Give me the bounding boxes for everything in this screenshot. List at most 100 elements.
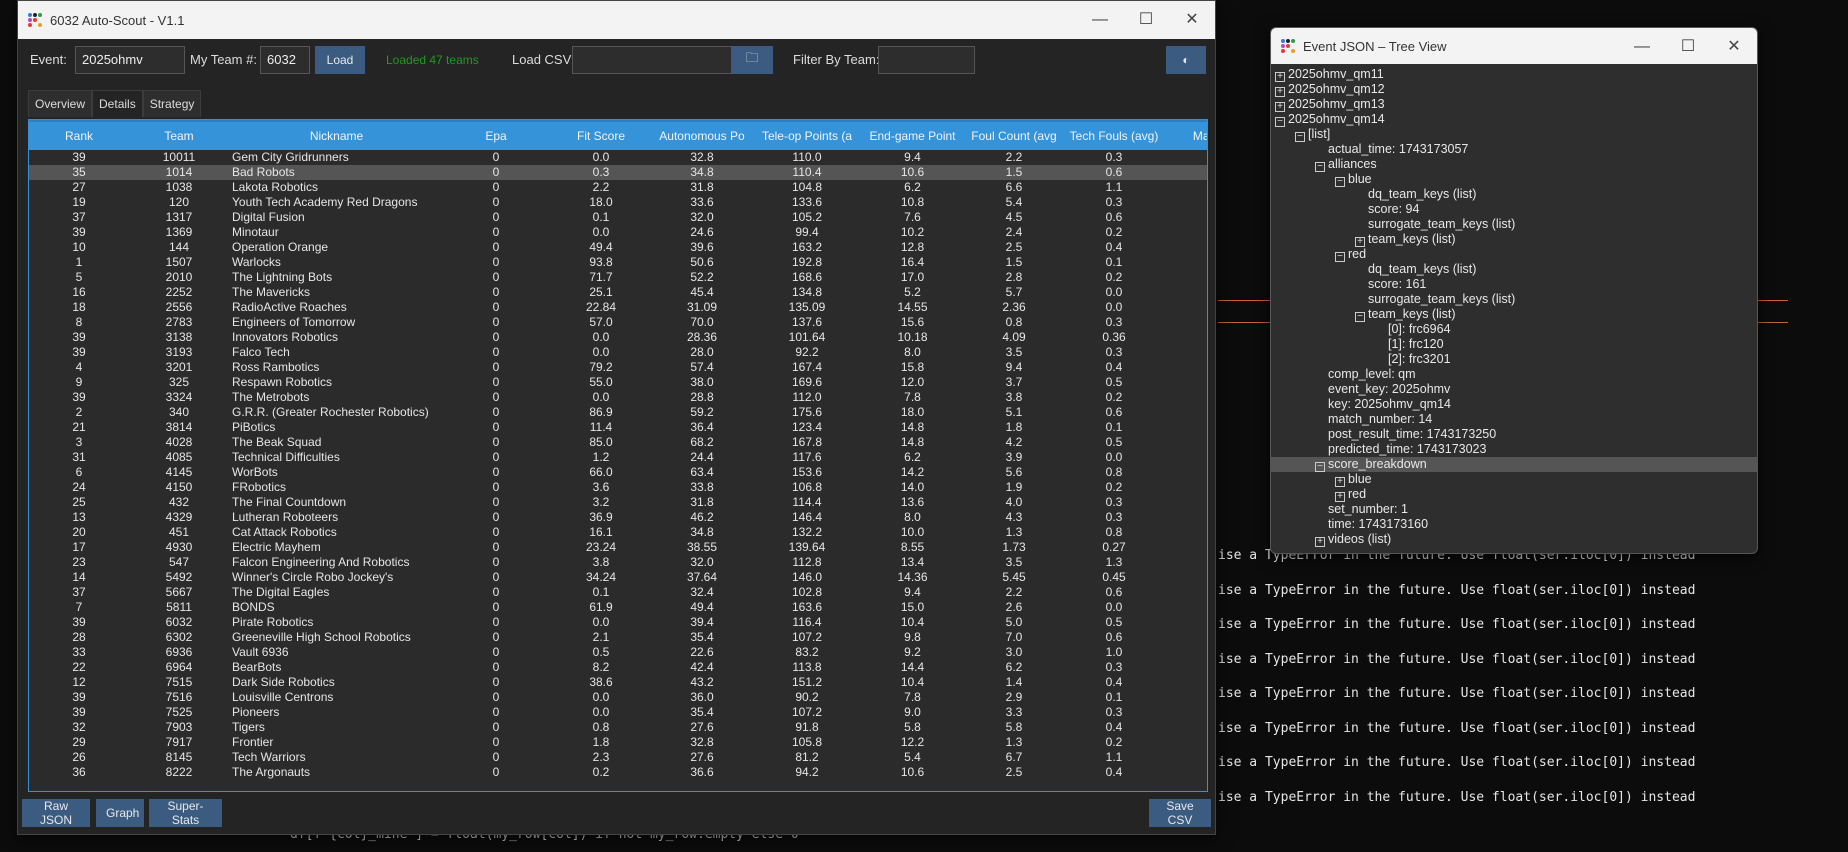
tree-node[interactable]: +2025ohmv_qm13	[1271, 97, 1757, 112]
tree-node[interactable]: + red	[1271, 487, 1757, 502]
tree-node[interactable]: time: 1743173160	[1271, 517, 1757, 532]
table-row[interactable]: 18 2556 RadioActive Roaches 0 22.84 31.09 135.…	[29, 300, 1207, 315]
column-header[interactable]: Foul Count (avg	[964, 121, 1064, 150]
title-bar[interactable]: Event JSON – Tree View — ☐ ✕	[1271, 28, 1757, 64]
tree-node[interactable]: −2025ohmv_qm14	[1271, 112, 1757, 127]
table-row[interactable]: 5 2010 The Lightning Bots 0 71.7 52.2 168.6 17.…	[29, 270, 1207, 285]
tree-node[interactable]: post_result_time: 1743173250	[1271, 427, 1757, 442]
folder-icon[interactable]: 🗀	[731, 46, 773, 74]
tree-node[interactable]: dq_team_keys (list)	[1271, 262, 1757, 277]
table-row[interactable]: 3 4028 The Beak Squad 0 85.0 68.2 167.8 14.8 4.2…	[29, 435, 1207, 450]
tree-node[interactable]: + blue	[1271, 472, 1757, 487]
teams-table[interactable]: Rank Team Nickname Epa Fit Score Autonomous P…	[28, 119, 1208, 792]
column-header[interactable]: Epa	[441, 121, 551, 150]
tree-node[interactable]: + videos (list)	[1271, 532, 1757, 547]
table-row[interactable]: 20 451 Cat Attack Robotics 0 16.1 34.8 132.2 10…	[29, 525, 1207, 540]
tree-node[interactable]: − alliances	[1271, 157, 1757, 172]
table-row[interactable]: 8 2783 Engineers of Tomorrow 0 57.0 70.0 137.6…	[29, 315, 1207, 330]
table-row[interactable]: 14 5492 Winner's Circle Robo Jockey's 0 34.2…	[29, 570, 1207, 585]
column-header[interactable]: Tech Fouls (avg)	[1064, 121, 1164, 150]
table-row[interactable]: 23 547 Falcon Engineering And Robotics 0 3.8…	[29, 555, 1207, 570]
table-row[interactable]: 13 4329 Lutheran Roboteers 0 36.9 46.2 146.4 8.…	[29, 510, 1207, 525]
tree-node[interactable]: dq_team_keys (list)	[1271, 187, 1757, 202]
expand-icon[interactable]: +	[1275, 102, 1285, 112]
tree-node[interactable]: − [list]	[1271, 127, 1757, 142]
collapse-icon[interactable]: −	[1315, 462, 1325, 472]
minimize-button[interactable]: —	[1619, 28, 1665, 66]
graph-button[interactable]: Graph	[96, 799, 144, 827]
tree-node[interactable]: − red	[1271, 247, 1757, 262]
table-row[interactable]: 2 340 G.R.R. (Greater Rochester Robotics) 0…	[29, 405, 1207, 420]
tree-node[interactable]: event_key: 2025ohmv	[1271, 382, 1757, 397]
tab-overview[interactable]: Overview	[28, 90, 93, 117]
table-row[interactable]: 1 1507 Warlocks 0 93.8 50.6 192.8 16.4 1.5 0.1 0.8	[29, 255, 1207, 270]
table-row[interactable]: 33 6936 Vault 6936 0 0.5 22.6 83.2 9.2 3.0 1.0 0.0	[29, 645, 1207, 660]
expand-icon[interactable]: +	[1315, 537, 1325, 547]
tree-node[interactable]: key: 2025ohmv_qm14	[1271, 397, 1757, 412]
tree-node[interactable]: − team_keys (list)	[1271, 307, 1757, 322]
table-row[interactable]: 35 1014 Bad Robots 0 0.3 34.8 110.4 10.6 1.5 0.6 0…	[29, 165, 1207, 180]
table-row[interactable]: 39 3324 The Metrobots 0 0.0 28.8 112.0 7.8 3.8 0.…	[29, 390, 1207, 405]
tree-node[interactable]: + team_keys (list)	[1271, 232, 1757, 247]
table-row[interactable]: 36 8222 The Argonauts 0 0.2 36.6 94.2 10.6 2.5 0.…	[29, 765, 1207, 780]
table-row[interactable]: 19 120 Youth Tech Academy Red Dragons 0 18.0…	[29, 195, 1207, 210]
column-header[interactable]: End-game Point	[861, 121, 964, 150]
maximize-button[interactable]: ☐	[1665, 28, 1711, 66]
table-row[interactable]: 4 3201 Ross Rambotics 0 79.2 57.4 167.4 15.8 9.4…	[29, 360, 1207, 375]
team-number-input[interactable]: 6032	[260, 46, 310, 74]
tree-node[interactable]: surrogate_team_keys (list)	[1271, 217, 1757, 232]
csv-path-input[interactable]	[572, 46, 732, 74]
collapse-icon[interactable]: −	[1275, 117, 1285, 127]
table-row[interactable]: 32 7903 Tigers 0 0.8 27.6 91.8 5.8 5.8 0.4 0.3	[29, 720, 1207, 735]
table-row[interactable]: 28 6302 Greeneville High School Robotics 0 2…	[29, 630, 1207, 645]
table-row[interactable]: 26 8145 Tech Warriors 0 2.3 27.6 81.2 5.4 6.7 1.1…	[29, 750, 1207, 765]
event-input[interactable]: 2025ohmv	[75, 46, 185, 74]
table-row[interactable]: 37 5667 The Digital Eagles 0 0.1 32.4 102.8 9.4…	[29, 585, 1207, 600]
tab-strategy[interactable]: Strategy	[142, 90, 202, 117]
expand-icon[interactable]: +	[1335, 492, 1345, 502]
column-header[interactable]: Rank	[29, 121, 129, 150]
table-row[interactable]: 24 4150 FRobotics 0 3.6 33.8 106.8 14.0 1.9 0.2 0.…	[29, 480, 1207, 495]
column-header[interactable]: Match W	[1164, 121, 1207, 150]
table-row[interactable]: 37 1317 Digital Fusion 0 0.1 32.0 105.2 7.6 4.5 0…	[29, 210, 1207, 225]
expand-icon[interactable]: +	[1335, 477, 1345, 487]
table-row[interactable]: 9 325 Respawn Robotics 0 55.0 38.0 169.6 12.0 3.…	[29, 375, 1207, 390]
expand-icon[interactable]: +	[1355, 237, 1365, 247]
table-row[interactable]: 29 7917 Frontier 0 1.8 32.8 105.8 12.2 1.3 0.2 0.3	[29, 735, 1207, 750]
table-row[interactable]: 22 6964 BearBots 0 8.2 42.4 113.8 14.4 6.2 0.3 0.5	[29, 660, 1207, 675]
tree-node[interactable]: predicted_time: 1743173023	[1271, 442, 1757, 457]
table-row[interactable]: 39 7525 Pioneers 0 0.0 35.4 107.2 9.0 3.3 0.3 0.6	[29, 705, 1207, 720]
save-csv-button[interactable]: Save CSV	[1149, 799, 1211, 827]
close-button[interactable]: ✕	[1711, 28, 1757, 66]
table-row[interactable]: 39 1369 Minotaur 0 0.0 24.6 99.4 10.2 2.4 0.2 0.3	[29, 225, 1207, 240]
json-tree[interactable]: +2025ohmv_qm11 +2025ohmv_qm12 +2025ohmv_qm…	[1271, 64, 1757, 547]
tree-node[interactable]: surrogate_team_keys (list)	[1271, 292, 1757, 307]
filter-team-input[interactable]	[878, 46, 975, 74]
table-row[interactable]: 12 7515 Dark Side Robotics 0 38.6 43.2 151.2 10…	[29, 675, 1207, 690]
tree-node[interactable]: [1]: frc120	[1271, 337, 1757, 352]
table-row[interactable]: 39 3138 Innovators Robotics 0 0.0 28.36 101.64…	[29, 330, 1207, 345]
collapse-icon[interactable]: −	[1315, 162, 1325, 172]
tree-node[interactable]: +2025ohmv_qm11	[1271, 67, 1757, 82]
table-row[interactable]: 6 4145 WorBots 0 66.0 63.4 153.6 14.2 5.6 0.8 0.7	[29, 465, 1207, 480]
column-header[interactable]: Team	[129, 121, 229, 150]
table-row[interactable]: 39 3193 Falco Tech 0 0.0 28.0 92.2 8.0 3.5 0.3 0.4	[29, 345, 1207, 360]
collapse-icon[interactable]: −	[1335, 177, 1345, 187]
table-row[interactable]: 39 7516 Louisville Centrons 0 0.0 36.0 90.2 7.8…	[29, 690, 1207, 705]
tab-details[interactable]: Details	[92, 90, 143, 117]
tree-node[interactable]: − score_breakdown	[1271, 457, 1757, 472]
tree-node[interactable]: score: 94	[1271, 202, 1757, 217]
collapse-icon[interactable]: −	[1295, 132, 1305, 142]
table-row[interactable]: 25 432 The Final Countdown 0 3.2 31.8 114.4 13.…	[29, 495, 1207, 510]
super-stats-button[interactable]: Super-Stats	[149, 799, 222, 827]
table-row[interactable]: 39 10011 Gem City Gridrunners 0 0.0 32.8 110.0…	[29, 150, 1207, 165]
expand-icon[interactable]: +	[1275, 72, 1285, 82]
table-row[interactable]: 7 5811 BONDS 0 61.9 49.4 163.6 15.0 2.6 0.0 0.7	[29, 600, 1207, 615]
maximize-button[interactable]: ☐	[1123, 1, 1169, 39]
column-header[interactable]: Tele-op Points (a	[753, 121, 861, 150]
table-row[interactable]: 27 1038 Lakota Robotics 0 2.2 31.8 104.8 6.2 6.6…	[29, 180, 1207, 195]
table-row[interactable]: 21 3814 PiBotics 0 11.4 36.4 123.4 14.8 1.8 0.1 0.…	[29, 420, 1207, 435]
tree-node[interactable]: set_number: 1	[1271, 502, 1757, 517]
table-row[interactable]: 39 6032 Pirate Robotics 0 0.0 39.4 116.4 10.4 5.…	[29, 615, 1207, 630]
collapse-icon[interactable]: −	[1355, 312, 1365, 322]
